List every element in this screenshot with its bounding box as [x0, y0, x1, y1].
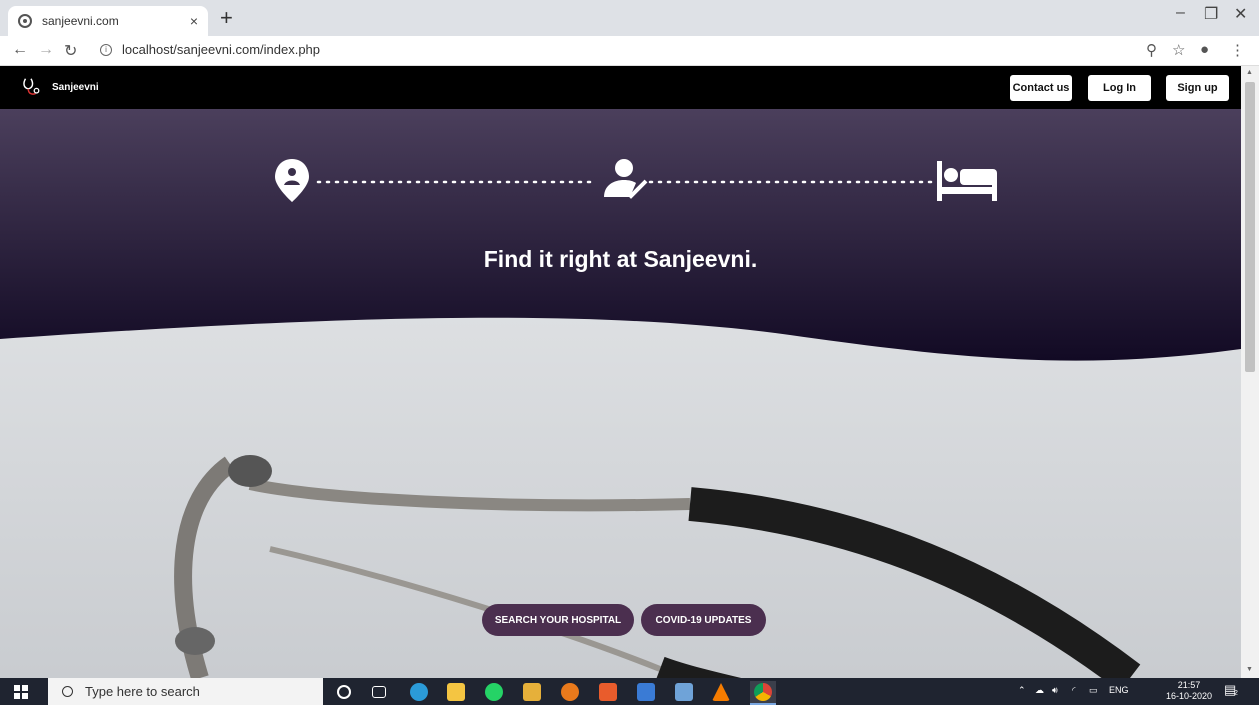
- signup-button[interactable]: Sign up: [1166, 75, 1229, 101]
- back-arrow-icon[interactable]: ←: [12, 41, 28, 59]
- whatsapp-icon[interactable]: [485, 683, 503, 701]
- tab-title: sanjeevni.com: [42, 14, 119, 28]
- tab-close-button[interactable]: ×: [190, 13, 198, 29]
- onedrive-icon[interactable]: ☁: [1035, 685, 1044, 696]
- edge-icon[interactable]: [410, 683, 428, 701]
- windows-taskbar: Type here to search ⌃ ☁ 🔊︎ ◜ ▭ ENG 21:57…: [0, 678, 1259, 705]
- file-explorer-icon[interactable]: [523, 683, 541, 701]
- page-scrollbar[interactable]: ▲ ▼: [1241, 66, 1259, 678]
- cortana-icon[interactable]: [337, 685, 351, 699]
- url-text: localhost/sanjeevni.com/index.php: [122, 42, 321, 57]
- forward-arrow-icon[interactable]: →: [38, 41, 54, 59]
- browser-tab-bar: sanjeevni.com × + – ❐ ✕: [0, 0, 1259, 36]
- menu-dots-icon[interactable]: ⋮: [1230, 41, 1245, 59]
- clock-time: 21:57: [1177, 680, 1201, 690]
- new-tab-button[interactable]: +: [220, 6, 233, 30]
- globe-icon: [18, 14, 32, 28]
- windows-start-icon[interactable]: [14, 685, 28, 699]
- search-icon: [62, 686, 73, 697]
- login-button[interactable]: Log In: [1088, 75, 1151, 101]
- chrome-taskbar-button[interactable]: [750, 681, 776, 705]
- tray-chevron-icon[interactable]: ⌃: [1018, 685, 1026, 696]
- scroll-down-icon[interactable]: ▼: [1246, 666, 1253, 673]
- notification-count: 2: [1234, 690, 1238, 697]
- chrome-icon: [754, 683, 772, 701]
- close-window-button[interactable]: ✕: [1234, 4, 1247, 24]
- app-icon[interactable]: [561, 683, 579, 701]
- scroll-up-icon[interactable]: ▲: [1246, 69, 1253, 76]
- brand[interactable]: Sanjeevni: [20, 76, 99, 98]
- reload-icon[interactable]: ↻: [64, 41, 77, 61]
- contact-us-button[interactable]: Contact us: [1010, 75, 1072, 101]
- volume-icon[interactable]: 🔊︎: [1052, 685, 1058, 696]
- language-indicator[interactable]: ENG: [1109, 685, 1129, 695]
- clock-date: 16-10-2020: [1166, 691, 1213, 701]
- vlc-icon[interactable]: [712, 683, 730, 701]
- battery-icon[interactable]: ▭: [1089, 685, 1098, 696]
- profile-icon[interactable]: ●: [1200, 41, 1209, 58]
- info-icon[interactable]: i: [100, 43, 112, 56]
- minimize-button[interactable]: –: [1176, 4, 1185, 22]
- brand-name: Sanjeevni: [52, 81, 99, 93]
- store-icon[interactable]: [447, 683, 465, 701]
- address-bar[interactable]: i localhost/sanjeevni.com/index.php: [100, 42, 320, 57]
- maximize-button[interactable]: ❐: [1204, 4, 1218, 24]
- clock[interactable]: 21:57 16-10-2020: [1166, 680, 1212, 702]
- hero-graphic: [0, 109, 1241, 678]
- notes-icon[interactable]: [675, 683, 693, 701]
- hero-tagline: Find it right at Sanjeevni.: [483, 246, 758, 272]
- scroll-thumb[interactable]: [1245, 82, 1255, 372]
- wifi-icon[interactable]: ◜: [1072, 685, 1076, 696]
- taskbar-search-placeholder: Type here to search: [85, 684, 200, 699]
- task-view-icon[interactable]: [372, 686, 386, 698]
- site-navbar: Sanjeevni Contact us Log In Sign up: [0, 66, 1241, 109]
- browser-tab[interactable]: sanjeevni.com ×: [8, 6, 208, 36]
- webpage: Sanjeevni Contact us Log In Sign up Find…: [0, 66, 1241, 678]
- stethoscope-logo-icon: [23, 78, 40, 95]
- taskbar-search-box[interactable]: Type here to search: [48, 678, 323, 705]
- zoom-icon[interactable]: ⚲: [1146, 41, 1157, 59]
- bookmark-star-icon[interactable]: ☆: [1172, 41, 1185, 59]
- xampp-icon[interactable]: [599, 683, 617, 701]
- vscode-icon[interactable]: [637, 683, 655, 701]
- covid-updates-button[interactable]: COVID-19 UPDATES: [641, 604, 766, 636]
- search-hospital-button[interactable]: SEARCH YOUR HOSPITAL: [482, 604, 634, 636]
- browser-toolbar: ← → ↻ i localhost/sanjeevni.com/index.ph…: [0, 36, 1259, 66]
